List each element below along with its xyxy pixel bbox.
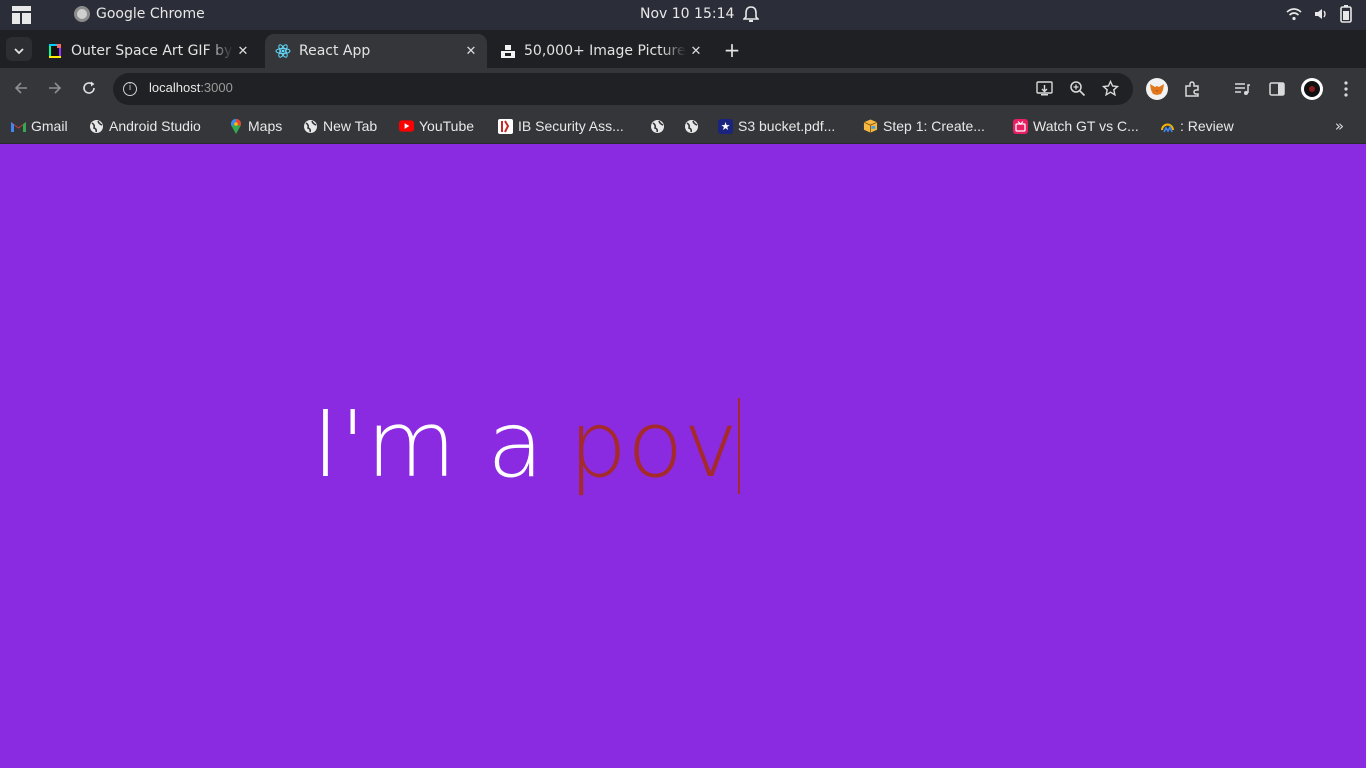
bookmark-youtube[interactable]: YouTube	[399, 116, 474, 136]
media-controls-icon[interactable]	[1232, 79, 1252, 99]
globe-icon	[89, 119, 104, 134]
tab-react-app[interactable]: React App ✕	[265, 34, 487, 68]
headline-static-text: I'm a	[312, 391, 545, 498]
bookmark-gmail[interactable]: Gmail	[11, 116, 68, 136]
extensions-icon[interactable]	[1182, 79, 1202, 99]
maps-icon	[228, 118, 243, 134]
tab-strip: Outer Space Art GIF by x ✕ React App ✕ 5…	[0, 30, 1366, 68]
os-top-bar: Google Chrome Nov 10 15:14	[0, 0, 1366, 30]
os-app-name: Google Chrome	[96, 6, 205, 22]
side-panel-icon[interactable]	[1267, 79, 1287, 99]
page-content: I'm a pov	[0, 145, 1366, 768]
globe-icon	[684, 119, 699, 134]
giphy-icon	[47, 43, 63, 59]
chevron-down-icon	[14, 40, 24, 59]
reload-button[interactable]	[78, 78, 100, 100]
plus-icon: +	[723, 38, 741, 62]
gmail-icon	[11, 119, 26, 134]
browser-toolbar: i localhost:3000	[0, 68, 1366, 108]
unsplash-icon	[500, 43, 516, 59]
system-tray[interactable]	[1286, 5, 1352, 27]
tab-image-pictures[interactable]: 50,000+ Image Pictures ✕	[490, 34, 712, 68]
youtube-icon	[399, 119, 414, 134]
omnibox-actions	[1036, 79, 1120, 101]
ib-icon	[498, 118, 513, 134]
headline-typed-word: pov	[568, 391, 738, 498]
os-app-menu[interactable]: Google Chrome	[74, 6, 205, 22]
menu-kebab-icon[interactable]	[1336, 79, 1356, 99]
close-icon[interactable]: ✕	[461, 41, 481, 61]
bookmark-step-1[interactable]: Step 1: Create...	[863, 116, 985, 136]
bookmark-new-tab[interactable]: New Tab	[303, 116, 377, 136]
chrome-icon	[74, 6, 90, 22]
site-info-icon[interactable]: i	[123, 82, 137, 96]
star-doc-icon: ★	[718, 118, 733, 134]
close-icon[interactable]: ✕	[233, 41, 253, 61]
globe-icon	[303, 119, 318, 134]
reload-icon	[82, 80, 96, 99]
bookmark-label: Gmail	[31, 118, 68, 134]
url-host: localhost	[149, 80, 201, 95]
typing-cursor	[737, 398, 740, 494]
bookmark-label: : Review	[1180, 118, 1234, 134]
typewriter-headline: I'm a pov	[312, 390, 740, 500]
bookmark-maps[interactable]: Maps	[228, 116, 282, 136]
review-icon	[1160, 119, 1175, 134]
tv-icon	[1013, 118, 1028, 134]
profile-avatar-icon[interactable]	[1300, 77, 1324, 101]
new-tab-button[interactable]: +	[721, 38, 743, 62]
back-button[interactable]	[10, 78, 32, 100]
tab-search-button[interactable]	[6, 37, 32, 61]
bookmark-review[interactable]: : Review	[1160, 116, 1234, 136]
react-icon	[275, 43, 291, 59]
os-clock[interactable]: Nov 10 15:14	[640, 6, 734, 22]
box-icon	[863, 119, 878, 134]
bookmark-label: IB Security Ass...	[518, 118, 624, 134]
bookmark-android-studio[interactable]: Android Studio	[89, 116, 201, 136]
bookmark-label: Maps	[248, 118, 283, 134]
volume-icon	[1314, 7, 1328, 25]
globe-icon	[650, 119, 665, 134]
bookmark-globe-2[interactable]	[684, 116, 704, 136]
activities-icon[interactable]	[12, 6, 31, 24]
url-port: :3000	[200, 80, 233, 95]
bookmark-ib-security[interactable]: IB Security Ass...	[498, 116, 624, 136]
bookmark-label: S3 bucket.pdf...	[738, 118, 836, 134]
zoom-icon[interactable]	[1069, 80, 1086, 101]
battery-icon	[1340, 5, 1352, 27]
bookmarks-bar: Gmail Android Studio Maps New Tab YouTub…	[0, 108, 1366, 144]
bookmark-label: New Tab	[323, 118, 378, 134]
tab-title: 50,000+ Image Pictures	[524, 43, 686, 59]
arrow-right-icon	[48, 80, 62, 99]
bookmarks-overflow-icon[interactable]: »	[1335, 117, 1344, 135]
bookmark-label: Watch GT vs C...	[1033, 118, 1139, 134]
tab-outer-space[interactable]: Outer Space Art GIF by x ✕	[37, 34, 259, 68]
bookmark-label: Android Studio	[109, 118, 201, 134]
address-bar[interactable]: i localhost:3000	[113, 73, 1133, 105]
tab-title: React App	[299, 43, 371, 59]
bookmark-label: YouTube	[419, 118, 475, 134]
bookmark-star-icon[interactable]	[1101, 79, 1120, 101]
close-icon[interactable]: ✕	[686, 41, 706, 61]
bookmark-globe-1[interactable]	[650, 116, 670, 136]
bookmark-watch-gt[interactable]: Watch GT vs C...	[1013, 116, 1139, 136]
url-text[interactable]: localhost:3000	[149, 80, 233, 95]
metamask-icon[interactable]	[1146, 78, 1168, 100]
bookmark-s3-bucket[interactable]: ★ S3 bucket.pdf...	[718, 116, 835, 136]
notification-bell-icon[interactable]	[742, 6, 760, 28]
arrow-left-icon	[14, 80, 28, 99]
bookmark-label: Step 1: Create...	[883, 118, 985, 134]
install-app-icon[interactable]	[1036, 80, 1053, 101]
wifi-icon	[1286, 7, 1302, 25]
forward-button[interactable]	[44, 78, 66, 100]
tab-title: Outer Space Art GIF by x	[71, 43, 233, 59]
